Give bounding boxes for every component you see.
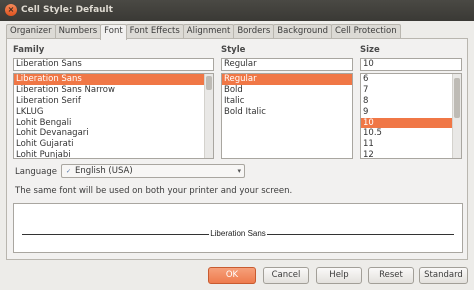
size-list-item[interactable]: 10.5 xyxy=(361,128,461,139)
size-list-item[interactable]: 7 xyxy=(361,85,461,96)
family-input[interactable]: Liberation Sans xyxy=(13,58,214,71)
standard-button[interactable]: Standard xyxy=(419,267,468,284)
family-list[interactable]: Liberation Sans Liberation Sans Narrow Lib… xyxy=(13,73,214,159)
style-input[interactable]: Regular xyxy=(221,58,353,71)
spellcheck-icon: ✓ xyxy=(66,168,72,175)
cancel-button[interactable]: Cancel xyxy=(263,267,309,284)
family-list-item[interactable]: Liberation Sans Narrow xyxy=(14,85,213,96)
window-title: Cell Style: Default xyxy=(21,5,113,15)
style-list-item[interactable]: Regular xyxy=(222,74,352,85)
family-list-item[interactable]: Lohit Punjabi xyxy=(14,150,213,158)
tab-borders[interactable]: Borders xyxy=(233,24,275,39)
close-icon[interactable]: × xyxy=(5,4,17,16)
family-list-item[interactable]: LKLUG xyxy=(14,107,213,118)
family-label: Family xyxy=(13,45,45,55)
family-list-item[interactable]: Lohit Devanagari xyxy=(14,128,213,139)
cancel-label: Cancel xyxy=(271,270,301,280)
tab-organizer[interactable]: Organizer xyxy=(6,24,56,39)
chevron-down-icon: ▾ xyxy=(237,167,241,175)
preview-sample: Liberation Sans xyxy=(209,229,267,238)
family-scroll-thumb[interactable] xyxy=(206,76,212,90)
tab-alignment[interactable]: Alignment xyxy=(182,24,235,39)
tab-background[interactable]: Background xyxy=(273,24,332,39)
size-scroll-thumb[interactable] xyxy=(454,78,460,118)
info-text: The same font will be used on both your … xyxy=(15,186,293,196)
title-bar: × Cell Style: Default xyxy=(0,0,474,21)
size-list-item[interactable]: 12 xyxy=(361,150,461,158)
style-list-item[interactable]: Bold xyxy=(222,85,352,96)
tab-cell-protection[interactable]: Cell Protection xyxy=(331,24,401,39)
help-label: Help xyxy=(329,270,349,280)
family-scrollbar[interactable] xyxy=(204,74,213,158)
size-scrollbar[interactable] xyxy=(452,74,461,158)
ok-label: OK xyxy=(225,270,239,280)
font-preview: Liberation Sans xyxy=(13,203,463,253)
standard-label: Standard xyxy=(424,270,463,280)
size-list-item[interactable]: 9 xyxy=(361,107,461,118)
language-select[interactable]: ✓ English (USA) ▾ xyxy=(61,164,245,178)
size-list-item[interactable]: 6 xyxy=(361,74,461,85)
reset-label: Reset xyxy=(379,270,403,280)
tab-font[interactable]: Font xyxy=(100,24,127,40)
size-list-item[interactable]: 10 xyxy=(361,117,461,129)
style-list-item[interactable]: Bold Italic xyxy=(222,107,352,118)
size-label: Size xyxy=(360,45,380,55)
family-list-item[interactable]: Liberation Sans xyxy=(14,74,213,85)
language-value: English (USA) xyxy=(75,166,133,176)
tab-bar: Organizer Numbers Font Font Effects Alignmen… xyxy=(6,24,401,40)
size-list-item[interactable]: 11 xyxy=(361,139,461,150)
tab-numbers[interactable]: Numbers xyxy=(54,24,102,39)
font-panel: Family Liberation Sans Liberation Sans Li… xyxy=(6,38,468,260)
size-list[interactable]: 67891010.5111213 xyxy=(360,73,462,159)
ok-button[interactable]: OK xyxy=(208,267,256,284)
style-list-item[interactable]: Italic xyxy=(222,96,352,107)
style-list[interactable]: Regular Bold Italic Bold Italic xyxy=(221,73,353,159)
help-button[interactable]: Help xyxy=(316,267,362,284)
family-list-item[interactable]: Liberation Serif xyxy=(14,96,213,107)
tab-font-effects[interactable]: Font Effects xyxy=(125,24,184,39)
style-label: Style xyxy=(221,45,246,55)
family-list-item[interactable]: Lohit Gujarati xyxy=(14,139,213,150)
reset-button[interactable]: Reset xyxy=(368,267,414,284)
family-list-item[interactable]: Lohit Bengali xyxy=(14,118,213,129)
size-input[interactable]: 10 xyxy=(360,58,462,71)
language-label: Language xyxy=(15,167,57,177)
size-list-item[interactable]: 8 xyxy=(361,96,461,107)
